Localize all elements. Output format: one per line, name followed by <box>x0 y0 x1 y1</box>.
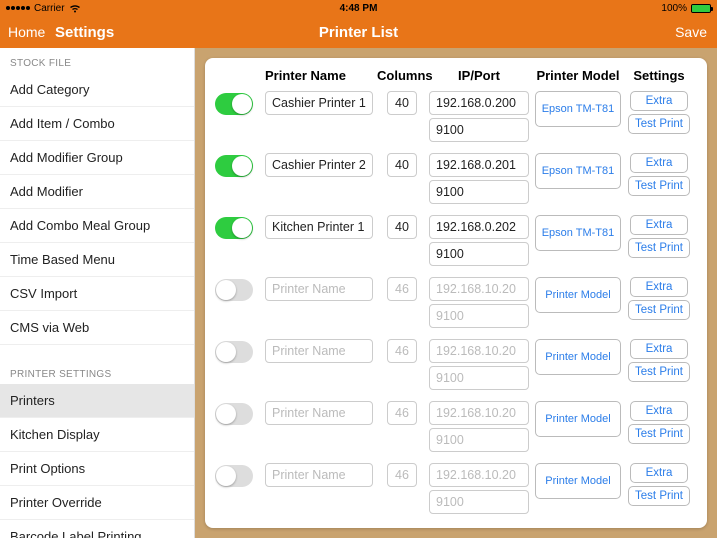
printer-row: Printer Model Extra Test Print <box>215 337 697 399</box>
save-button[interactable]: Save <box>675 24 717 40</box>
ip-input[interactable] <box>429 277 529 301</box>
columns-input[interactable] <box>387 401 417 425</box>
ip-input[interactable] <box>429 91 529 115</box>
printer-list-panel: Printer Name Columns IP/Port Printer Mod… <box>205 58 707 528</box>
printer-name-input[interactable] <box>265 401 373 425</box>
printer-name-input[interactable] <box>265 463 373 487</box>
sidebar-item[interactable]: Kitchen Display <box>0 418 194 452</box>
extra-button[interactable]: Extra <box>630 277 688 297</box>
printer-name-input[interactable] <box>265 91 373 115</box>
printer-row: Printer ModelExtraTest Print <box>215 523 697 525</box>
home-button[interactable]: Home <box>0 24 55 40</box>
wifi-icon <box>69 4 81 13</box>
printer-name-input[interactable] <box>265 339 373 363</box>
extra-button[interactable]: Extra <box>630 339 688 359</box>
col-header-model: Printer Model <box>531 68 625 83</box>
sidebar-item[interactable]: CMS via Web <box>0 311 194 345</box>
test-print-button[interactable]: Test Print <box>628 486 690 506</box>
ip-input[interactable] <box>429 339 529 363</box>
enable-toggle[interactable] <box>215 217 253 239</box>
sidebar-item[interactable]: Print Options <box>0 452 194 486</box>
page-title: Printer List <box>319 24 398 41</box>
app-header: Home Settings Printer List Save <box>0 16 717 48</box>
sidebar-item[interactable]: Add Modifier Group <box>0 141 194 175</box>
sidebar-item[interactable]: Barcode Label Printing <box>0 520 194 538</box>
port-input[interactable] <box>429 118 529 142</box>
port-input[interactable] <box>429 180 529 204</box>
settings-sidebar: STOCK FILE Add CategoryAdd Item / ComboA… <box>0 48 195 538</box>
sidebar-item[interactable]: Add Combo Meal Group <box>0 209 194 243</box>
printer-name-input[interactable] <box>265 215 373 239</box>
test-print-button[interactable]: Test Print <box>628 176 690 196</box>
printer-model-button[interactable]: Printer Model <box>535 401 621 437</box>
printer-row: Printer Model Extra Test Print <box>215 399 697 461</box>
carrier-label: Carrier <box>34 3 65 14</box>
printer-model-button[interactable]: Printer Model <box>535 339 621 375</box>
test-print-button[interactable]: Test Print <box>628 424 690 444</box>
col-header-settings: Settings <box>625 68 693 83</box>
test-print-button[interactable]: Test Print <box>628 238 690 258</box>
col-header-name: Printer Name <box>265 68 377 83</box>
sidebar-item[interactable]: Add Item / Combo <box>0 107 194 141</box>
sidebar-item[interactable]: Printer Override <box>0 486 194 520</box>
sidebar-item[interactable]: Add Modifier <box>0 175 194 209</box>
columns-input[interactable] <box>387 91 417 115</box>
enable-toggle[interactable] <box>215 403 253 425</box>
extra-button[interactable]: Extra <box>630 91 688 111</box>
sidebar-item[interactable]: CSV Import <box>0 277 194 311</box>
port-input[interactable] <box>429 242 529 266</box>
test-print-button[interactable]: Test Print <box>628 114 690 134</box>
port-input[interactable] <box>429 304 529 328</box>
enable-toggle[interactable] <box>215 155 253 177</box>
printer-row: Epson TM-T81 Extra Test Print <box>215 213 697 275</box>
printer-row: Epson TM-T81 Extra Test Print <box>215 89 697 151</box>
sidebar-item[interactable]: Time Based Menu <box>0 243 194 277</box>
extra-button[interactable]: Extra <box>630 153 688 173</box>
status-bar: Carrier 4:48 PM 100% <box>0 0 717 16</box>
enable-toggle[interactable] <box>215 93 253 115</box>
enable-toggle[interactable] <box>215 341 253 363</box>
extra-button[interactable]: Extra <box>630 215 688 235</box>
printer-model-button[interactable]: Printer Model <box>535 277 621 313</box>
settings-title: Settings <box>55 24 114 41</box>
columns-input[interactable] <box>387 463 417 487</box>
printer-row: Printer Model Extra Test Print <box>215 461 697 523</box>
printer-name-input[interactable] <box>265 277 373 301</box>
printer-model-button[interactable]: Printer Model <box>535 463 621 499</box>
port-input[interactable] <box>429 366 529 390</box>
columns-input[interactable] <box>387 339 417 363</box>
sidebar-item[interactable]: Printers <box>0 384 194 418</box>
ip-input[interactable] <box>429 215 529 239</box>
col-header-ipport: IP/Port <box>427 68 531 83</box>
printer-row: Printer Model Extra Test Print <box>215 275 697 337</box>
columns-input[interactable] <box>387 215 417 239</box>
extra-button[interactable]: Extra <box>630 463 688 483</box>
ip-input[interactable] <box>429 463 529 487</box>
sidebar-item[interactable]: Add Category <box>0 73 194 107</box>
battery-pct: 100% <box>661 3 687 14</box>
battery-icon <box>691 4 711 13</box>
printer-model-button[interactable]: Epson TM-T81 <box>535 91 621 127</box>
col-header-columns: Columns <box>377 68 427 83</box>
printer-row: Epson TM-T81 Extra Test Print <box>215 151 697 213</box>
table-header: Printer Name Columns IP/Port Printer Mod… <box>215 68 697 89</box>
printer-name-input[interactable] <box>265 153 373 177</box>
status-time: 4:48 PM <box>340 3 378 14</box>
ip-input[interactable] <box>429 401 529 425</box>
columns-input[interactable] <box>387 277 417 301</box>
test-print-button[interactable]: Test Print <box>628 362 690 382</box>
extra-button[interactable]: Extra <box>630 401 688 421</box>
port-input[interactable] <box>429 490 529 514</box>
enable-toggle[interactable] <box>215 279 253 301</box>
section-label-stock: STOCK FILE <box>0 48 194 73</box>
test-print-button[interactable]: Test Print <box>628 300 690 320</box>
columns-input[interactable] <box>387 153 417 177</box>
printer-model-button[interactable]: Epson TM-T81 <box>535 215 621 251</box>
ip-input[interactable] <box>429 153 529 177</box>
enable-toggle[interactable] <box>215 465 253 487</box>
port-input[interactable] <box>429 428 529 452</box>
section-label-printer: PRINTER SETTINGS <box>0 359 194 384</box>
printer-model-button[interactable]: Epson TM-T81 <box>535 153 621 189</box>
